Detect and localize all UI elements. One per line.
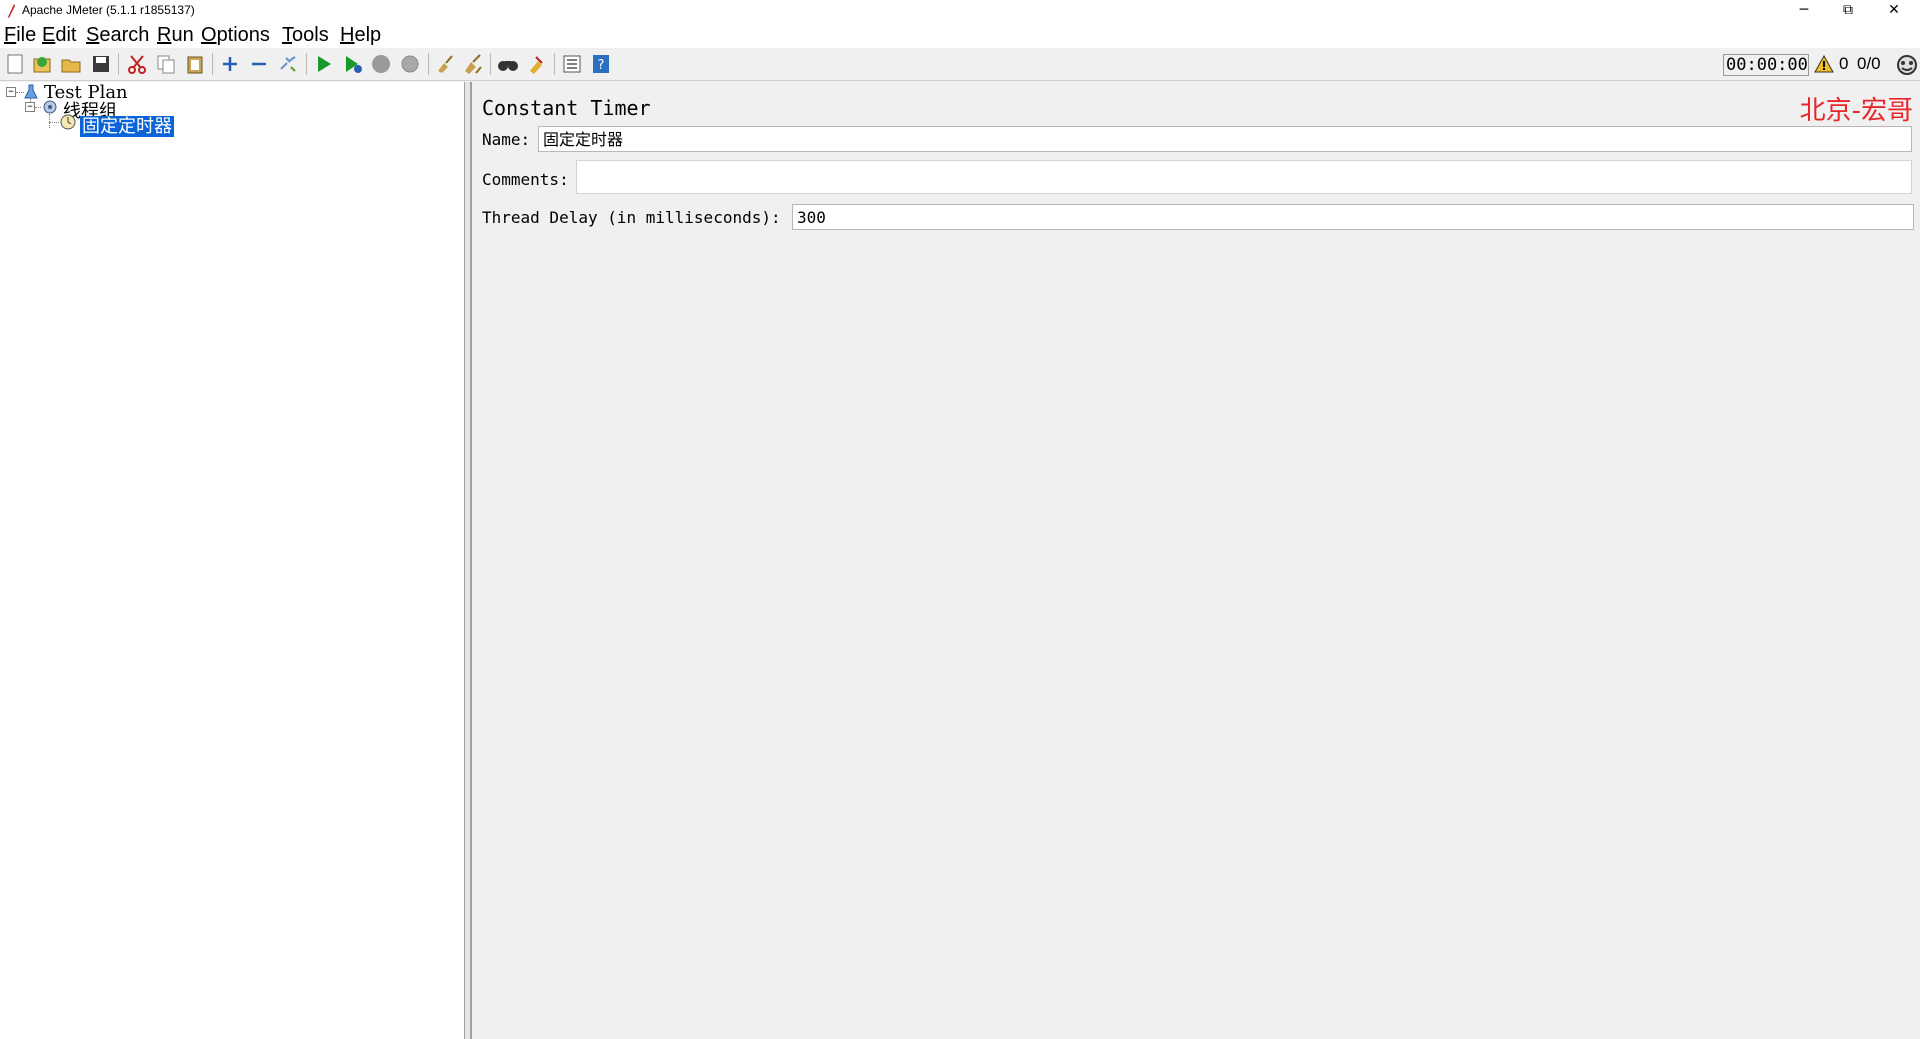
svg-text:?: ? bbox=[598, 58, 605, 73]
elapsed-time: 00:00:00 bbox=[1723, 54, 1809, 76]
menu-search[interactable]: Search bbox=[86, 24, 149, 47]
comments-field[interactable] bbox=[576, 160, 1912, 194]
thread-delay-label: Thread Delay (in milliseconds): bbox=[482, 208, 781, 227]
name-row: Name: 固定定时器 bbox=[482, 126, 1912, 154]
tree-guide-line bbox=[49, 122, 59, 123]
comments-row: Comments: bbox=[482, 160, 1912, 194]
menu-file-label: ile bbox=[16, 24, 37, 46]
menu-edit-mnemonic: E bbox=[42, 24, 56, 46]
toolbar-separator bbox=[212, 53, 213, 75]
name-field[interactable]: 固定定时器 bbox=[538, 126, 1912, 152]
restore-button[interactable]: ⧉ bbox=[1826, 0, 1870, 22]
timer-clock-icon bbox=[60, 114, 76, 130]
menu-tools[interactable]: Tools bbox=[282, 24, 329, 47]
tree-guide-line bbox=[49, 114, 50, 128]
log-viewer-icon[interactable] bbox=[1896, 54, 1918, 76]
toolbar: ? 00:00:00 0 0/0 bbox=[0, 48, 1920, 81]
watermark: 北京-宏哥 bbox=[1799, 96, 1913, 126]
tree-guide-line bbox=[35, 107, 41, 108]
menu-edit[interactable]: Edit bbox=[42, 24, 76, 47]
menu-run[interactable]: Run bbox=[157, 24, 194, 47]
function-helper-icon[interactable] bbox=[561, 53, 583, 75]
test-plan-collapse-toggle[interactable]: − bbox=[6, 87, 16, 97]
close-button[interactable]: ✕ bbox=[1872, 0, 1916, 22]
thread-delay-row: Thread Delay (in milliseconds): 300 bbox=[482, 204, 1914, 232]
menu-bar: File Edit Search Run Options Tools Help bbox=[0, 22, 1920, 48]
menu-search-label: earch bbox=[99, 24, 150, 46]
start-no-pause-icon[interactable] bbox=[342, 53, 364, 75]
reset-search-icon[interactable] bbox=[526, 53, 548, 75]
menu-options[interactable]: Options bbox=[201, 24, 270, 47]
menu-file[interactable]: File bbox=[4, 24, 36, 47]
toolbar-separator bbox=[118, 53, 119, 75]
toolbar-separator bbox=[490, 53, 491, 75]
collapse-icon[interactable] bbox=[248, 53, 270, 75]
title-bar: Apache JMeter (5.1.1 r1855137) ─ ⧉ ✕ bbox=[0, 0, 1920, 22]
constant-timer-panel: Constant Timer 北京-宏哥 Name: 固定定时器 Comment… bbox=[471, 82, 1920, 1039]
toggle-icon[interactable] bbox=[277, 53, 299, 75]
clear-icon[interactable] bbox=[434, 53, 456, 75]
minimize-button[interactable]: ─ bbox=[1782, 0, 1826, 22]
clear-all-icon[interactable] bbox=[462, 53, 484, 75]
toolbar-separator bbox=[428, 53, 429, 75]
warning-icon[interactable] bbox=[1814, 54, 1834, 74]
window-title: Apache JMeter (5.1.1 r1855137) bbox=[22, 3, 195, 17]
cut-icon[interactable] bbox=[126, 53, 148, 75]
thread-delay-field[interactable]: 300 bbox=[792, 204, 1914, 230]
menu-tools-mnemonic: T bbox=[282, 24, 292, 46]
test-plan-flask-icon bbox=[24, 84, 38, 99]
new-icon[interactable] bbox=[4, 53, 26, 75]
templates-icon[interactable] bbox=[31, 53, 53, 75]
menu-help-mnemonic: H bbox=[340, 24, 355, 46]
tree-node-constant-timer[interactable]: 固定定时器 bbox=[80, 112, 174, 138]
toolbar-separator bbox=[554, 53, 555, 75]
panel-title: Constant Timer bbox=[482, 96, 651, 120]
help-icon[interactable]: ? bbox=[590, 53, 612, 75]
jmeter-feather-icon bbox=[8, 4, 15, 18]
expand-icon[interactable] bbox=[219, 53, 241, 75]
active-thread-count: 0/0 bbox=[1857, 54, 1881, 73]
copy-icon[interactable] bbox=[155, 53, 177, 75]
stop-icon[interactable] bbox=[370, 53, 392, 75]
menu-options-label: ptions bbox=[216, 24, 270, 46]
menu-help[interactable]: Help bbox=[340, 24, 381, 47]
menu-search-mnemonic: S bbox=[86, 24, 100, 46]
thread-group-gear-icon bbox=[43, 100, 57, 114]
menu-help-label: elp bbox=[354, 24, 382, 46]
warning-count: 0 bbox=[1839, 54, 1849, 73]
menu-options-mnemonic: O bbox=[201, 24, 217, 46]
save-icon[interactable] bbox=[90, 53, 112, 75]
menu-run-mnemonic: R bbox=[157, 24, 172, 46]
toolbar-separator bbox=[306, 53, 307, 75]
paste-icon[interactable] bbox=[184, 53, 206, 75]
name-label: Name: bbox=[482, 130, 531, 149]
menu-file-mnemonic: F bbox=[4, 24, 17, 46]
menu-tools-label: ools bbox=[292, 24, 329, 46]
menu-run-label: un bbox=[171, 24, 194, 46]
thread-group-collapse-toggle[interactable]: − bbox=[25, 102, 35, 112]
test-plan-tree: − Test Plan − 线程组 固定定时器 bbox=[0, 82, 465, 1039]
menu-edit-label: dit bbox=[55, 24, 77, 46]
search-icon[interactable] bbox=[497, 53, 519, 75]
shutdown-icon[interactable] bbox=[399, 53, 421, 75]
open-icon[interactable] bbox=[60, 53, 82, 75]
start-icon[interactable] bbox=[313, 53, 335, 75]
comments-label: Comments: bbox=[482, 170, 569, 189]
tree-node-constant-timer-label: 固定定时器 bbox=[80, 116, 174, 137]
